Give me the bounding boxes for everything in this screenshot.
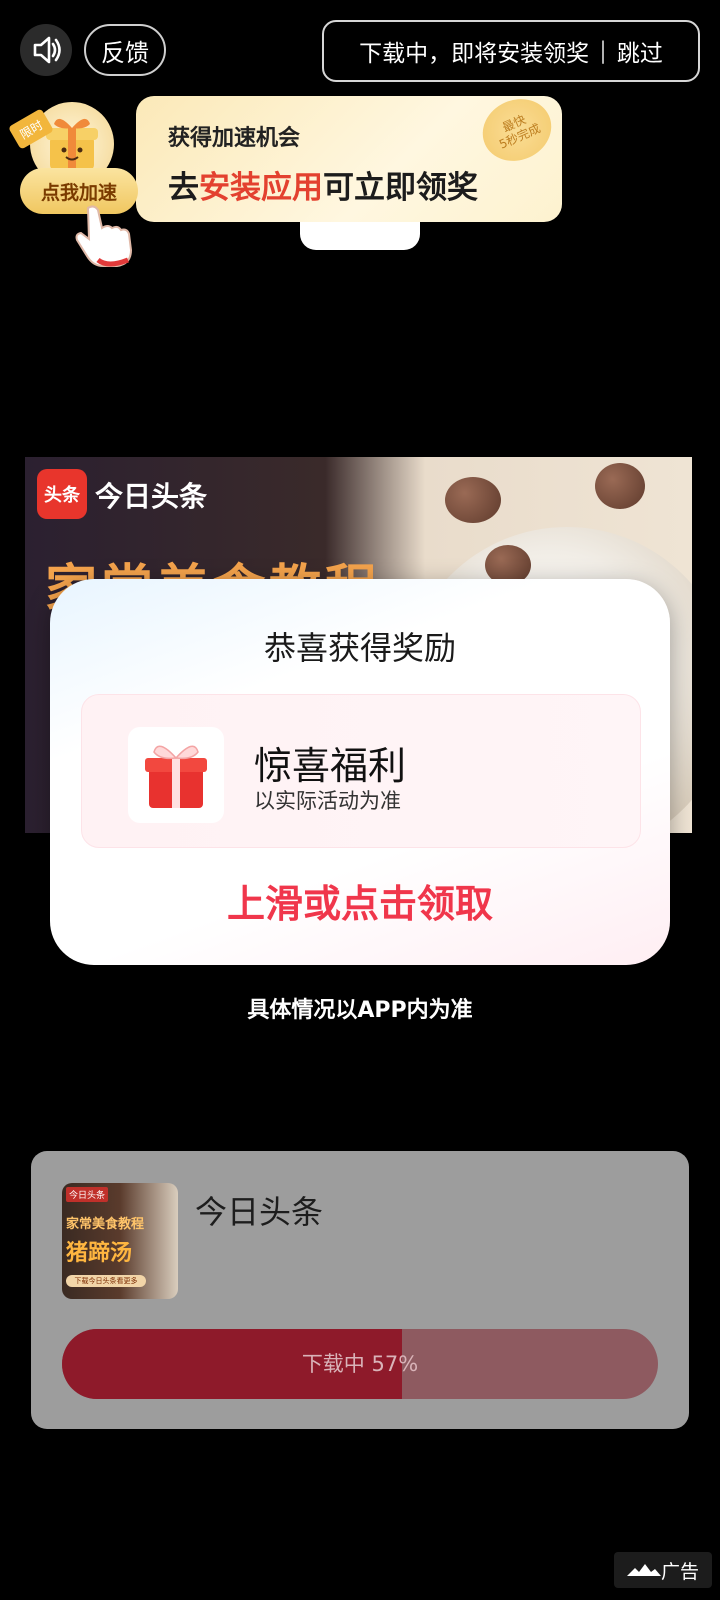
- thumb-tag: 今日头条: [66, 1187, 109, 1202]
- promo-line-1: 获得加速机会: [168, 126, 301, 151]
- promo-line-2: 去安装应用可立即领奖: [168, 162, 478, 207]
- separator: |: [599, 38, 607, 64]
- download-app-name: 今日头条: [195, 1193, 324, 1231]
- download-status-text: 下载中，即将安装领奖: [359, 41, 590, 67]
- thumb-title: 家常美食教程: [66, 1217, 145, 1232]
- fast-badge: 最快 5秒完成: [472, 88, 562, 172]
- hand-pointer-icon: [75, 205, 133, 267]
- promo-suffix: 可立即领奖: [323, 170, 478, 206]
- thumb-button: 下载今日头条看更多: [66, 1275, 146, 1287]
- promo-prefix: 去: [168, 170, 199, 206]
- sound-toggle-button[interactable]: [20, 24, 72, 76]
- ad-network-icon: [626, 1564, 661, 1576]
- app-thumbnail: 今日头条 家常美食教程 猪蹄汤 下载今日头条看更多: [62, 1183, 178, 1299]
- red-gift-icon: [128, 727, 224, 823]
- skip-button[interactable]: 跳过: [617, 34, 663, 68]
- promo-highlight: 安装应用: [199, 170, 323, 206]
- thumb-subtitle: 猪蹄汤: [66, 1241, 133, 1266]
- reward-item: 惊喜福利 以实际活动为准: [81, 694, 641, 848]
- ad-label: 广告: [614, 1552, 712, 1588]
- speaker-icon: [33, 36, 61, 64]
- skip-bar[interactable]: 下载中，即将安装领奖 | 跳过: [322, 20, 700, 82]
- reward-modal[interactable]: 恭喜获得奖励 惊喜福利 以实际活动为准 上滑或点击领取: [50, 579, 670, 965]
- speed-up-widget[interactable]: 限时 点我加速: [8, 96, 138, 272]
- modal-title: 恭喜获得奖励: [263, 629, 456, 667]
- disclaimer-text: 具体情况以APP内为准: [247, 998, 473, 1023]
- toutiao-logo: 头条: [37, 469, 87, 519]
- speed-promo-card[interactable]: 获得加速机会 去安装应用可立即领奖 最快 5秒完成: [136, 88, 562, 222]
- download-progress-bar[interactable]: 下载中 57%: [62, 1329, 658, 1399]
- reward-name: 惊喜福利: [254, 744, 407, 788]
- ad-label-text: 广告: [660, 1560, 699, 1583]
- reward-note: 以实际活动为准: [254, 789, 401, 813]
- progress-text: 下载中 57%: [301, 1352, 419, 1376]
- nut-decoration: [445, 477, 501, 523]
- download-card[interactable]: 今日头条 家常美食教程 猪蹄汤 下载今日头条看更多 今日头条 下载中 57%: [31, 1151, 689, 1429]
- feedback-button[interactable]: 反馈: [84, 24, 166, 76]
- nut-decoration: [595, 463, 645, 509]
- claim-button[interactable]: 上滑或点击领取: [50, 873, 670, 928]
- ad-app-name: 今日头条: [95, 480, 208, 513]
